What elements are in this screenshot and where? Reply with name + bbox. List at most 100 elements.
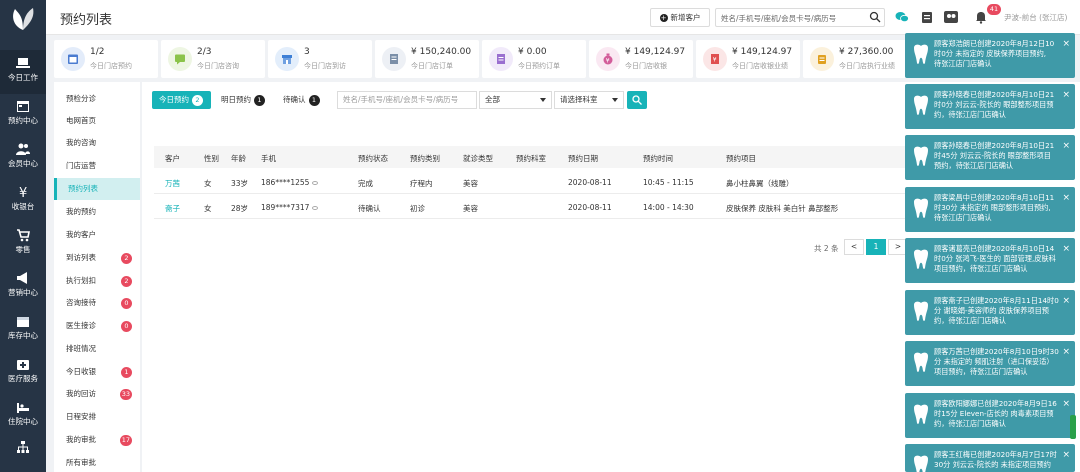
- eye-icon[interactable]: [312, 206, 319, 210]
- document-icon: [497, 54, 505, 64]
- sub-nav-item[interactable]: 到访列表 2: [54, 247, 140, 269]
- stat-icon-bg: ¥: [596, 47, 620, 71]
- sub-nav-item[interactable]: 我的咨询: [54, 132, 140, 154]
- toast-notification[interactable]: 顾客斋子已创建2020年8月11日14时0 分 谢晓娟-美容师的 皮肤保养项目预约…: [905, 290, 1075, 335]
- sub-nav-item[interactable]: 门店运营: [54, 155, 140, 177]
- stat-card[interactable]: 3 今日门店到访: [268, 40, 372, 78]
- toast-notification[interactable]: 顾客梁昌中已创建2020年8月10日11 时30分 未指定的 眼部整形项目预约, 待…: [905, 187, 1075, 232]
- scrollbar-thumb[interactable]: [1070, 415, 1076, 439]
- sub-nav-label: 电网首页: [66, 116, 96, 125]
- toast-notification[interactable]: 顾客诸葛亮已创建2020年8月10日14 时0分 张鸿飞-医生的 面部管理,皮肤科…: [905, 238, 1075, 283]
- nav-item-member-center[interactable]: 会员中心: [0, 136, 46, 180]
- search-button[interactable]: [627, 91, 647, 109]
- megaphone-icon: [17, 272, 27, 284]
- pagination-page[interactable]: 1: [866, 239, 886, 255]
- invoice-icon: ¥: [711, 54, 719, 64]
- tooth-icon: [914, 95, 928, 115]
- toast-notification[interactable]: 顾客王红梅已创建2020年8月7日17时 30分 刘云云-院长的 未指定项目预约 …: [905, 444, 1075, 472]
- nav-label: 医疗服务: [8, 374, 38, 383]
- global-search-input[interactable]: 姓名/手机号/座机/会员卡号/病历号: [715, 8, 885, 27]
- stat-card[interactable]: ¥ 150,240.00 今日门店订单: [375, 40, 479, 78]
- close-icon[interactable]: ×: [1062, 399, 1070, 409]
- close-icon[interactable]: ×: [1062, 39, 1070, 49]
- stat-card[interactable]: ¥ ¥ 149,124.97 今日门店收银业绩: [696, 40, 800, 78]
- bell-icon[interactable]: [974, 10, 988, 24]
- close-icon[interactable]: ×: [1062, 296, 1070, 306]
- sub-nav-item[interactable]: 电网首页: [54, 110, 140, 132]
- list-search-input[interactable]: 姓名/手机号/座机/会员卡号/病历号: [337, 91, 477, 109]
- project-cell: 皮肤保养 皮肤科 美白针 鼻部整形: [726, 204, 839, 213]
- user-name[interactable]: 尹波-前台 (张江店): [1004, 12, 1067, 23]
- stat-icon-bg: [382, 47, 406, 71]
- nav-item-inpatient[interactable]: 住院中心: [0, 394, 46, 438]
- phone-cell: 186****1255: [261, 178, 319, 187]
- close-icon[interactable]: ×: [1062, 193, 1070, 203]
- tab-pending[interactable]: 待确认 1: [276, 91, 328, 109]
- status-select[interactable]: 全部: [479, 91, 552, 109]
- close-icon[interactable]: ×: [1062, 141, 1070, 151]
- sub-nav-item-appointment-list[interactable]: 预约列表: [54, 178, 140, 200]
- nav-item-org[interactable]: [0, 434, 46, 472]
- department-select[interactable]: 请选择科室: [554, 91, 624, 109]
- sub-nav-item[interactable]: 今日收银 1: [54, 361, 140, 383]
- toast-notification[interactable]: 顾客欧阳娜娜已创建2020年8月9日16 时15分 Eleven-店长的 肉毒素项…: [905, 393, 1075, 438]
- toast-notification[interactable]: 顾客孙晓春已创建2020年8月10日21 时45分 刘云云-院长的 眼部整形项目预…: [905, 135, 1075, 180]
- close-icon[interactable]: ×: [1062, 347, 1070, 357]
- eye-icon[interactable]: [312, 181, 319, 185]
- team-icon[interactable]: [944, 10, 958, 24]
- nav-item-today-work[interactable]: 今日工作: [0, 50, 46, 94]
- toast-message: 顾客王红梅已创建2020年8月7日17时 30分 刘云云-院长的 未指定项目预约: [934, 450, 1057, 469]
- customer-name-link[interactable]: 万茜: [165, 178, 180, 189]
- stat-card[interactable]: 1/2 今日门店预约: [54, 40, 158, 78]
- nav-item-inventory[interactable]: 库存中心: [0, 308, 46, 352]
- sub-nav-item[interactable]: 我的审批 17: [54, 429, 140, 451]
- clipboard-icon[interactable]: [920, 10, 934, 24]
- status-cell: 待确认: [358, 204, 381, 213]
- wechat-icon[interactable]: [895, 10, 909, 24]
- tab-tomorrow[interactable]: 明日预约 1: [214, 91, 274, 109]
- toast-notification[interactable]: 顾客郑浩朗已创建2020年8月12日10 时0分 未指定的 皮肤保养项目预约, 待张…: [905, 33, 1075, 78]
- sub-nav-label: 我的审批: [66, 435, 96, 444]
- search-icon: [632, 95, 642, 105]
- sub-nav-item[interactable]: 我的回访 33: [54, 383, 140, 405]
- nav-item-marketing[interactable]: 营销中心: [0, 265, 46, 309]
- sub-nav-item[interactable]: 咨询接待 0: [54, 292, 140, 314]
- sub-nav-item[interactable]: 日程安排: [54, 406, 140, 428]
- stat-card[interactable]: ¥ ¥ 149,124.97 今日门店收银: [589, 40, 693, 78]
- sub-nav-label: 日程安排: [66, 412, 96, 421]
- sub-nav-item[interactable]: 医生接诊 0: [54, 315, 140, 337]
- sub-nav-item[interactable]: 我的客户: [54, 224, 140, 246]
- stat-value: ¥ 149,124.97: [732, 47, 793, 57]
- toast-notification[interactable]: 顾客孙晓春已创建2020年8月10日21 时0分 刘云云-院长的 眼部整形项目预约…: [905, 84, 1075, 129]
- toast-notification[interactable]: 顾客万茜已创建2020年8月10日9时30 分 未指定的 频肌注射（进口保妥适）项…: [905, 341, 1075, 386]
- pagination-prev[interactable]: <: [844, 239, 864, 255]
- new-customer-button[interactable]: + 新增客户: [650, 8, 710, 27]
- sub-nav-item[interactable]: 所有审批: [54, 452, 140, 472]
- nav-item-retail[interactable]: 零售: [0, 222, 46, 266]
- toast-message: 顾客孙晓春已创建2020年8月10日21 时45分 刘云云-院长的 眼部整形项目预…: [934, 141, 1055, 170]
- stat-card[interactable]: ¥ 27,360.00 今日门店执行业绩: [803, 40, 907, 78]
- nav-item-appointment-center[interactable]: 预约中心: [0, 93, 46, 137]
- tab-count: 1: [254, 95, 265, 106]
- stat-card[interactable]: ¥ 0.00 今日预约订单: [482, 40, 586, 78]
- close-icon[interactable]: ×: [1062, 450, 1070, 460]
- count-badge: 2: [121, 253, 132, 264]
- users-icon: [16, 143, 30, 155]
- stat-card[interactable]: 2/3 今日门店咨询: [161, 40, 265, 78]
- sub-nav-item[interactable]: 执行划扣 2: [54, 270, 140, 292]
- phone-value: 186****1255: [261, 178, 310, 187]
- column-header: 预约类别: [410, 154, 440, 163]
- nav-item-medical[interactable]: 医疗服务: [0, 351, 46, 395]
- tab-today[interactable]: 今日预约 2: [152, 91, 211, 109]
- nav-label: 今日工作: [8, 73, 38, 82]
- sub-nav-item[interactable]: 预检分诊: [54, 88, 140, 110]
- stat-value: ¥ 0.00: [518, 47, 547, 57]
- customer-name-link[interactable]: 斋子: [165, 203, 180, 214]
- sub-nav-item[interactable]: 我的预约: [54, 201, 140, 223]
- close-icon[interactable]: ×: [1062, 90, 1070, 100]
- sub-nav-item[interactable]: 排班情况: [54, 338, 140, 360]
- search-icon[interactable]: [869, 11, 881, 23]
- close-icon[interactable]: ×: [1062, 244, 1070, 254]
- toast-message: 顾客孙晓春已创建2020年8月10日21 时0分 刘云云-院长的 眼部整形项目预约…: [934, 90, 1055, 119]
- nav-item-cashier[interactable]: ¥ 收银台: [0, 179, 46, 223]
